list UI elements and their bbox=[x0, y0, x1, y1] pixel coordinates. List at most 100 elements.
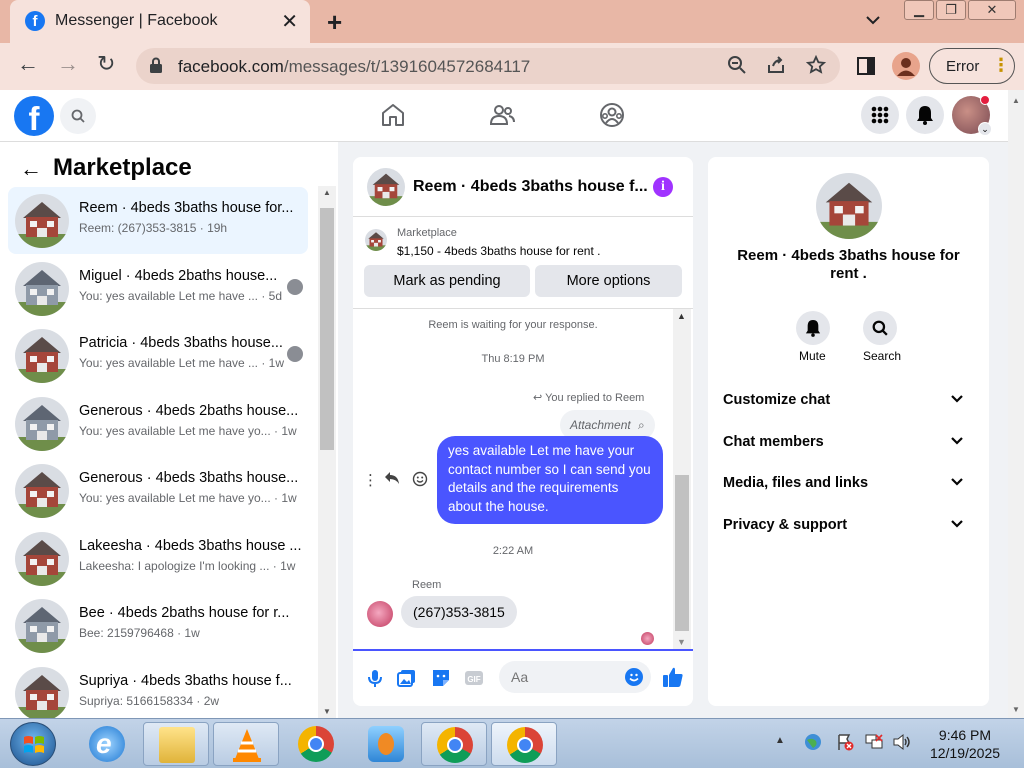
restore-window-icon[interactable]: ❐ bbox=[936, 0, 966, 20]
network-globe-icon[interactable] bbox=[804, 733, 824, 754]
show-hidden-icons-icon[interactable]: ▲ bbox=[775, 735, 785, 746]
taskbar-chrome-window-2[interactable] bbox=[491, 722, 557, 766]
facebook-search-button[interactable] bbox=[60, 98, 96, 134]
taskbar-chrome-window-1[interactable] bbox=[421, 722, 487, 766]
waiting-notice: Reem is waiting for your response. bbox=[428, 319, 598, 331]
start-button[interactable] bbox=[10, 722, 56, 766]
scroll-down-icon[interactable]: ▼ bbox=[677, 637, 686, 647]
browser-tab-messenger[interactable]: f Messenger | Facebook ✕ bbox=[10, 0, 310, 43]
taskbar-chrome[interactable] bbox=[283, 722, 349, 766]
browser-toolbar: ← → ↻ facebook.com/messages/t/1391604572… bbox=[0, 43, 1024, 90]
minimize-window-icon[interactable]: ▁ bbox=[904, 0, 934, 20]
taskbar-file-explorer[interactable] bbox=[143, 722, 209, 766]
thumbs-up-icon[interactable] bbox=[662, 666, 684, 688]
scrollbar-thumb[interactable] bbox=[320, 208, 334, 450]
volume-icon[interactable] bbox=[892, 733, 912, 754]
chat-header: Reem · 4beds 3baths house f... i bbox=[353, 157, 693, 217]
clock-date: 12/19/2025 bbox=[929, 745, 1001, 761]
conversation-item[interactable]: Bee · 4beds 2baths house for r... Bee: 21… bbox=[8, 592, 308, 659]
back-icon[interactable]: ← bbox=[17, 51, 39, 77]
sender-avatar[interactable] bbox=[367, 601, 393, 627]
facebook-logo-icon[interactable]: f bbox=[14, 96, 54, 137]
notification-dot bbox=[980, 95, 990, 105]
network-status-icon[interactable] bbox=[864, 733, 884, 754]
info-section-row[interactable]: Chat members bbox=[723, 434, 974, 454]
taskbar-media-player[interactable] bbox=[353, 722, 419, 766]
bookmark-star-icon[interactable] bbox=[805, 54, 827, 80]
forward-icon[interactable]: → bbox=[57, 51, 79, 77]
conversation-item[interactable]: Reem · 4beds 3baths house for... Reem: (2… bbox=[8, 187, 308, 254]
emoji-icon[interactable] bbox=[625, 668, 643, 686]
tab-search-chevron-icon[interactable] bbox=[866, 12, 880, 28]
side-panel-icon[interactable] bbox=[857, 55, 875, 81]
notifications-button[interactable] bbox=[906, 96, 944, 134]
listing-thumbnail[interactable] bbox=[365, 229, 387, 251]
scroll-up-icon[interactable]: ▲ bbox=[677, 311, 686, 321]
photo-gallery-icon[interactable] bbox=[397, 668, 417, 688]
close-window-icon[interactable]: ✕ bbox=[968, 0, 1016, 20]
profile-avatar-icon[interactable] bbox=[892, 52, 920, 80]
listing-large-thumbnail[interactable] bbox=[816, 173, 882, 239]
scroll-down-icon[interactable]: ▼ bbox=[1012, 705, 1020, 714]
address-bar[interactable]: facebook.com/messages/t/1391604572684117 bbox=[136, 48, 840, 84]
error-button[interactable]: Error ⋮ bbox=[929, 48, 1015, 84]
home-icon[interactable] bbox=[380, 102, 406, 128]
info-section-row[interactable]: Privacy & support bbox=[723, 517, 974, 537]
conversation-item[interactable]: Lakeesha · 4beds 3baths house ... Lakeesh… bbox=[8, 525, 308, 592]
zoom-out-icon[interactable] bbox=[727, 55, 747, 80]
reply-icon[interactable] bbox=[384, 471, 400, 489]
info-section-row[interactable]: Customize chat bbox=[723, 392, 974, 412]
scroll-up-icon[interactable]: ▲ bbox=[1012, 96, 1020, 105]
mute-button[interactable] bbox=[796, 311, 830, 345]
conversation-list-scrollbar[interactable]: ▲ ▼ bbox=[318, 186, 336, 718]
conversation-preview: Bee: 2159796468 · 1w bbox=[79, 626, 200, 640]
system-clock[interactable]: 9:46 PM 12/19/2025 bbox=[920, 726, 1010, 762]
conversation-item[interactable]: Generous · 4beds 3baths house... You: yes… bbox=[8, 457, 308, 524]
chat-avatar[interactable] bbox=[367, 168, 405, 206]
scroll-up-icon[interactable]: ▲ bbox=[323, 188, 331, 197]
message-more-icon[interactable]: ⋮ bbox=[363, 471, 378, 489]
share-icon[interactable] bbox=[766, 55, 786, 80]
react-emoji-icon[interactable] bbox=[412, 471, 428, 491]
reload-icon[interactable]: ↻ bbox=[97, 51, 115, 77]
paperclip-icon: ⌕ bbox=[638, 418, 645, 432]
groups-icon[interactable] bbox=[599, 102, 625, 128]
chat-panel: Reem · 4beds 3baths house f... i Marketp… bbox=[353, 157, 693, 706]
more-options-button[interactable]: More options bbox=[535, 265, 682, 297]
chevron-down-icon bbox=[951, 395, 963, 403]
conversation-item[interactable]: Generous · 4beds 2baths house... You: yes… bbox=[8, 390, 308, 457]
account-avatar[interactable]: ⌄ bbox=[952, 95, 992, 136]
message-input[interactable] bbox=[511, 667, 621, 687]
conversation-item[interactable]: Supriya · 4beds 3baths house f... Supriya… bbox=[8, 660, 308, 727]
action-center-flag-icon[interactable] bbox=[836, 733, 854, 754]
chat-scrollbar[interactable]: ▲ ▼ bbox=[673, 309, 691, 649]
scrollbar-thumb[interactable] bbox=[675, 475, 689, 631]
listing-price[interactable]: $1,150 - 4beds 3baths house for rent . bbox=[397, 244, 600, 258]
search-in-chat-button[interactable] bbox=[863, 311, 897, 345]
info-section-row[interactable]: Media, files and links bbox=[723, 475, 974, 495]
info-icon[interactable]: i bbox=[653, 177, 673, 197]
friends-icon[interactable] bbox=[489, 102, 515, 128]
microphone-icon[interactable] bbox=[365, 668, 385, 688]
conversation-thumbnail bbox=[15, 261, 69, 316]
conversation-item[interactable]: Patricia · 4beds 3baths house... You: yes… bbox=[8, 322, 308, 389]
gif-icon[interactable]: GIF bbox=[464, 668, 484, 688]
conversation-name: Supriya · 4beds 3baths house f... bbox=[79, 672, 292, 689]
my-message-bubble[interactable]: yes available Let me have your contact n… bbox=[437, 436, 663, 524]
back-arrow-icon[interactable]: ← bbox=[20, 156, 42, 182]
listing-label: Marketplace bbox=[397, 227, 457, 239]
tab-close-icon[interactable]: ✕ bbox=[281, 9, 298, 34]
sticker-icon[interactable] bbox=[431, 668, 451, 688]
media-player-icon bbox=[368, 726, 404, 762]
menu-grid-button[interactable] bbox=[861, 96, 899, 134]
taskbar-internet-explorer[interactable]: e bbox=[74, 722, 140, 766]
new-tab-icon[interactable]: + bbox=[327, 7, 342, 38]
page-scrollbar[interactable]: ▲ ▼ bbox=[1008, 90, 1024, 718]
their-message-bubble[interactable]: (267)353-3815 bbox=[401, 596, 517, 628]
facebook-favicon-icon: f bbox=[25, 11, 45, 31]
conversation-item[interactable]: Miguel · 4beds 2baths house... You: yes a… bbox=[8, 255, 308, 322]
mark-as-pending-button[interactable]: Mark as pending bbox=[364, 265, 530, 297]
taskbar-vlc[interactable] bbox=[213, 722, 279, 766]
chat-title[interactable]: Reem · 4beds 3baths house f... bbox=[413, 178, 648, 196]
scroll-down-icon[interactable]: ▼ bbox=[323, 707, 331, 716]
